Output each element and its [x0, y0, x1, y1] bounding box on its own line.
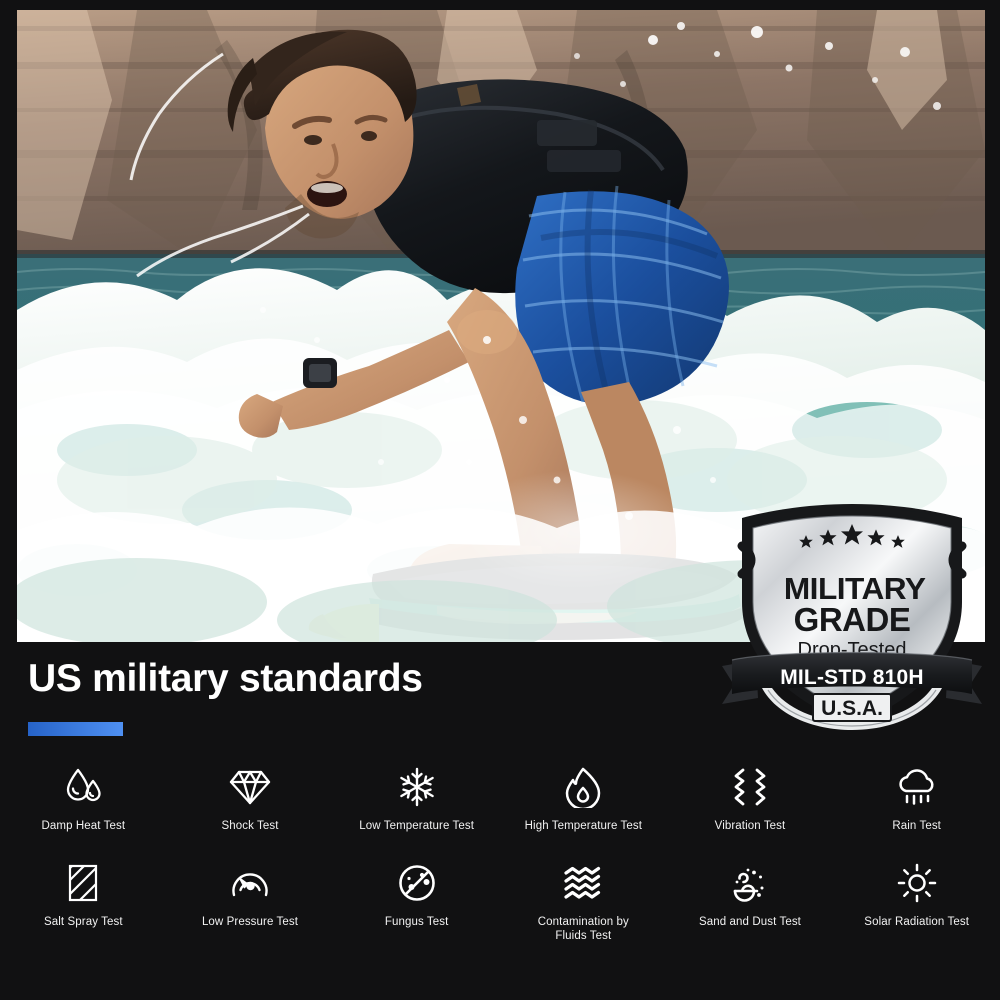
sun-icon: [894, 860, 940, 906]
hatched-square-icon: [60, 860, 106, 906]
diamond-icon: [227, 764, 273, 810]
test-item-label: Fungus Test: [384, 916, 449, 928]
water-drops-icon: [60, 764, 106, 810]
test-item-label: Solar Radiation Test: [864, 916, 970, 928]
test-item-rain: Rain Test: [833, 758, 1000, 854]
test-item-low-pressure: Low Pressure Test: [167, 854, 334, 950]
test-item-label: Damp Heat Test: [41, 820, 126, 832]
test-item-label: Shock Test: [221, 820, 279, 832]
test-item-solar-radiation: Solar Radiation Test: [833, 854, 1000, 950]
test-item-label: Sand and Dust Test: [699, 916, 801, 928]
flame-icon: [560, 764, 606, 810]
test-item-label: Contamination by Fluids Test: [537, 916, 629, 943]
test-item-label: Low Temperature Test: [359, 820, 475, 832]
waves-icon: [560, 860, 606, 906]
vibration-zigzag-icon: [727, 764, 773, 810]
test-item-low-temperature: Low Temperature Test: [333, 758, 500, 854]
badge-title-line2: GRADE: [794, 601, 911, 638]
accent-underline-bar: [28, 722, 123, 736]
military-grade-badge: MILITARY GRADE Drop-Tested MIL-STD 810H …: [718, 498, 986, 736]
rain-cloud-icon: [894, 764, 940, 810]
test-item-sand-dust: Sand and Dust Test: [667, 854, 834, 950]
test-item-label: High Temperature Test: [524, 820, 643, 832]
test-item-shock: Shock Test: [167, 758, 334, 854]
snowflake-icon: [394, 764, 440, 810]
test-item-label: Rain Test: [892, 820, 941, 832]
badge-ribbon-text: MIL-STD 810H: [780, 666, 924, 689]
test-item-vibration: Vibration Test: [667, 758, 834, 854]
badge-footer-text: U.S.A.: [821, 697, 883, 720]
test-item-damp-heat: Damp Heat Test: [0, 758, 167, 854]
fungus-no-icon: [394, 860, 440, 906]
gauge-icon: [227, 860, 273, 906]
test-item-label: Low Pressure Test: [201, 916, 299, 928]
test-item-label: Vibration Test: [714, 820, 786, 832]
badge-illustration: MILITARY GRADE Drop-Tested MIL-STD 810H …: [722, 504, 982, 730]
test-item-fungus: Fungus Test: [333, 854, 500, 950]
test-icon-grid: Damp Heat Test Shock Test Low Temperatur…: [0, 758, 1000, 950]
sand-dust-swirl-icon: [727, 860, 773, 906]
test-item-contamination-fluids: Contamination by Fluids Test: [500, 854, 667, 950]
page-title: US military standards: [28, 657, 423, 700]
test-item-label: Salt Spray Test: [44, 916, 123, 928]
test-item-salt-spray: Salt Spray Test: [0, 854, 167, 950]
test-item-high-temperature: High Temperature Test: [500, 758, 667, 854]
